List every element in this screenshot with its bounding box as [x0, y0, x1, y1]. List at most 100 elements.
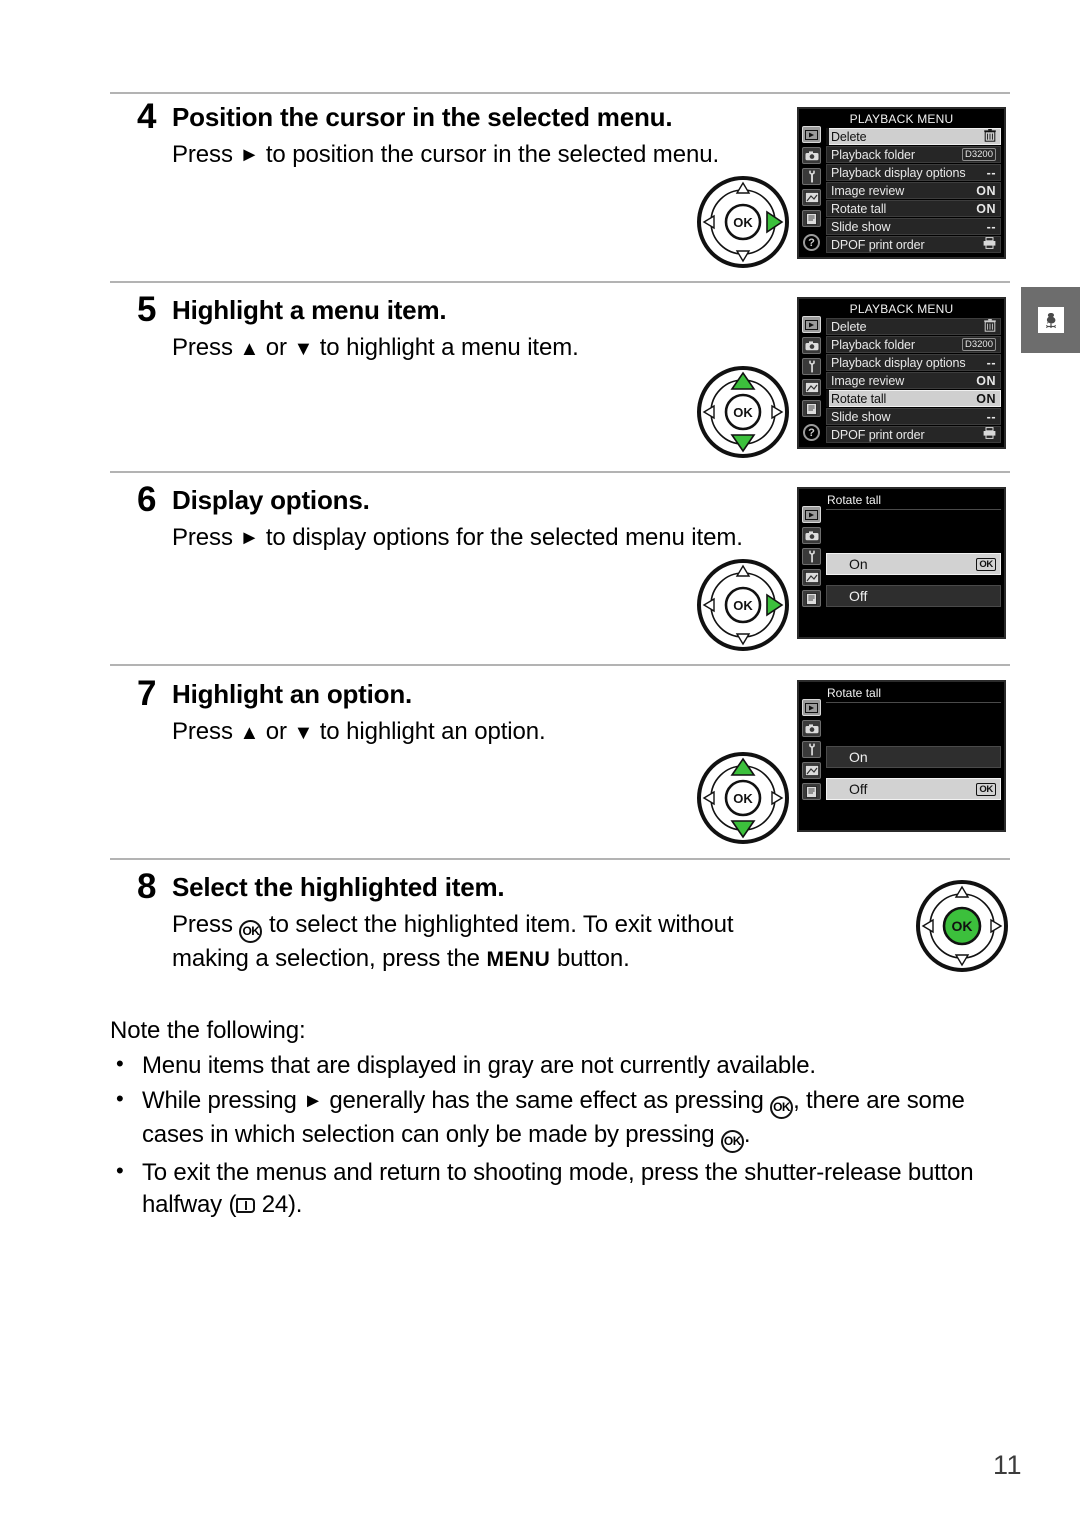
- lcd-option-off[interactable]: Off: [826, 585, 1001, 607]
- camera-lcd-step4: PLAYBACK MENU ? Delete Playback folder D…: [797, 107, 1006, 259]
- lcd-row-label: Playback display options: [831, 355, 966, 370]
- help-icon[interactable]: ?: [803, 424, 820, 441]
- lcd-row-value: ON: [976, 183, 996, 198]
- shooting-camera-icon[interactable]: [802, 337, 821, 354]
- multi-selector-dial-4[interactable]: OK: [697, 176, 789, 268]
- recent-settings-icon[interactable]: [802, 590, 821, 607]
- ok-button-icon: OK: [239, 920, 263, 944]
- press-label-8: Press: [172, 911, 233, 939]
- lcd-row-label: Image review: [831, 373, 905, 388]
- lcd-option-label: Off: [849, 588, 868, 604]
- step-number-5: 5: [137, 290, 156, 329]
- playback-icon[interactable]: [802, 126, 821, 143]
- multi-selector-dial-8[interactable]: OK: [916, 880, 1008, 972]
- lcd-menu-row-playback-display-options[interactable]: Playback display options --: [826, 164, 1001, 181]
- multi-selector-dial-5[interactable]: OK: [697, 366, 789, 458]
- ok-badge: OK: [976, 557, 996, 571]
- lcd-option-label: On: [849, 556, 868, 572]
- ok-button-icon: OK: [720, 1130, 744, 1154]
- lcd-row-value: --: [986, 355, 996, 370]
- lcd-menu-row-image-review[interactable]: Image review ON: [826, 182, 1001, 199]
- step-description-text-6: to display options for the selected menu…: [265, 524, 743, 552]
- lcd-row-label: Image review: [831, 183, 905, 198]
- playback-icon[interactable]: [802, 699, 821, 716]
- lcd-sidebar-5: ?: [799, 299, 823, 447]
- press-label-7: Press: [172, 718, 233, 746]
- up-arrow-icon: ▲: [239, 338, 260, 361]
- shooting-camera-icon[interactable]: [802, 147, 821, 164]
- lcd-menu-row-dpof-print-order[interactable]: DPOF print order: [826, 236, 1001, 253]
- retouch-icon[interactable]: [802, 762, 821, 779]
- lcd-row-label: Delete: [831, 129, 867, 144]
- recent-settings-icon[interactable]: [802, 210, 821, 227]
- right-arrow-icon: ►: [303, 1090, 323, 1113]
- lcd-menu-row-playback-folder[interactable]: Playback folder D3200: [826, 146, 1001, 163]
- lcd-menu-row-slide-show[interactable]: Slide show --: [826, 218, 1001, 235]
- step-number-8: 8: [137, 867, 156, 906]
- lcd-option-on[interactable]: On OK: [826, 553, 1001, 575]
- or-label-7: or: [265, 718, 287, 746]
- step-number-4: 4: [137, 97, 156, 136]
- lcd-row-value: ON: [976, 373, 996, 388]
- manual-reference-icon: [236, 1197, 256, 1213]
- recent-settings-icon[interactable]: [802, 783, 821, 800]
- lcd-row-value: --: [986, 409, 996, 424]
- setup-wrench-icon[interactable]: [802, 548, 821, 565]
- lcd-menu-row-rotate-tall[interactable]: Rotate tall ON: [826, 390, 1001, 407]
- section-thumb-tab: [1021, 287, 1080, 353]
- lcd-menu-row-slide-show[interactable]: Slide show --: [826, 408, 1001, 425]
- multi-selector-dial-6[interactable]: OK: [697, 559, 789, 651]
- lcd-menu-row-playback-display-options[interactable]: Playback display options --: [826, 354, 1001, 371]
- lcd-row-label: DPOF print order: [831, 427, 925, 442]
- lcd-menu-row-dpof-print-order[interactable]: DPOF print order: [826, 426, 1001, 443]
- lcd-title-divider: [826, 702, 1001, 703]
- right-arrow-icon: ►: [239, 527, 260, 550]
- note-text-2d: .: [743, 1121, 751, 1149]
- rooster-weathervane-icon: [1037, 307, 1064, 333]
- lcd-option-title-7: Rotate tall: [827, 686, 882, 700]
- shooting-camera-icon[interactable]: [802, 720, 821, 737]
- lcd-row-label: Playback folder: [831, 337, 915, 352]
- svg-text:OK: OK: [733, 598, 753, 613]
- note-text-2a: While pressing: [142, 1087, 297, 1115]
- setup-wrench-icon[interactable]: [802, 741, 821, 758]
- retouch-icon[interactable]: [802, 189, 821, 206]
- lcd-row-value: --: [986, 219, 996, 234]
- lcd-option-label: On: [849, 749, 868, 765]
- playback-icon[interactable]: [802, 506, 821, 523]
- step-description-5: Press ▲ or ▼ to highlight a menu item.: [172, 332, 752, 363]
- step-description-text-4: to position the cursor in the selected m…: [265, 141, 720, 169]
- lcd-option-off[interactable]: Off OK: [826, 778, 1001, 800]
- lcd-menu-row-rotate-tall[interactable]: Rotate tall ON: [826, 200, 1001, 217]
- lcd-menu-row-delete[interactable]: Delete: [826, 318, 1001, 335]
- shooting-camera-icon[interactable]: [802, 527, 821, 544]
- setup-wrench-icon[interactable]: [802, 168, 821, 185]
- bullet-icon: •: [116, 1086, 124, 1112]
- manual-page: 4 Position the cursor in the selected me…: [0, 0, 1080, 1529]
- lcd-option-on[interactable]: On: [826, 746, 1001, 768]
- lcd-row-label: Playback folder: [831, 147, 915, 162]
- playback-icon[interactable]: [802, 316, 821, 333]
- retouch-icon[interactable]: [802, 569, 821, 586]
- lcd-menu-row-playback-folder[interactable]: Playback folder D3200: [826, 336, 1001, 353]
- step-description-text-7: to highlight an option.: [319, 718, 546, 746]
- lcd-menu-row-image-review[interactable]: Image review ON: [826, 372, 1001, 389]
- step-number-6: 6: [137, 480, 156, 519]
- lcd-menu-row-delete[interactable]: Delete: [826, 128, 1001, 145]
- lcd-row-value: D3200: [962, 148, 996, 161]
- multi-selector-dial-7[interactable]: OK: [697, 752, 789, 844]
- retouch-icon[interactable]: [802, 379, 821, 396]
- setup-wrench-icon[interactable]: [802, 358, 821, 375]
- lcd-row-value: ON: [976, 391, 996, 406]
- help-icon[interactable]: ?: [803, 234, 820, 251]
- note-item-3: • To exit the menus and return to shooti…: [110, 1157, 1020, 1219]
- lcd-sidebar-7: [799, 682, 823, 830]
- recent-settings-icon[interactable]: [802, 400, 821, 417]
- svg-text:OK: OK: [733, 405, 753, 420]
- lcd-row-label: Slide show: [831, 219, 891, 234]
- note-text-2b: generally has the same effect as pressin…: [329, 1087, 764, 1115]
- step-title-8: Select the highlighted item.: [172, 872, 505, 902]
- camera-lcd-step7: Rotate tall On Off OK: [797, 680, 1006, 832]
- step-divider-5: [110, 281, 1010, 283]
- bullet-icon: •: [116, 1051, 124, 1077]
